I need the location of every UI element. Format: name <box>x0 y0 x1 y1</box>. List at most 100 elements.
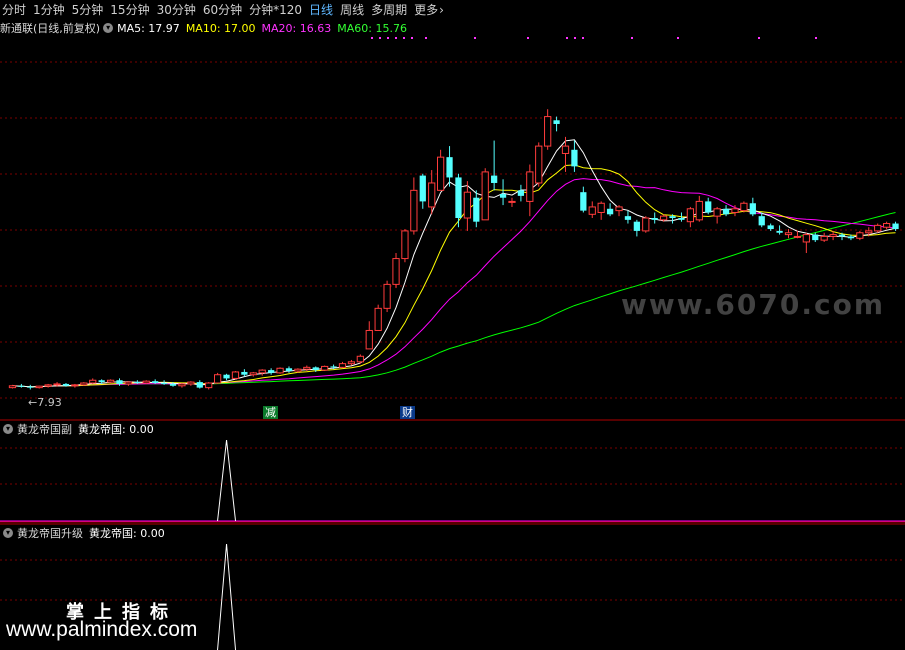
candle-body-18 <box>169 383 177 386</box>
candle-body-65 <box>588 206 596 215</box>
candle-body-87 <box>784 232 793 236</box>
candle-body-72 <box>651 218 658 220</box>
candle-body-90 <box>812 234 819 241</box>
candle-body-62 <box>561 145 570 154</box>
candle-body-13 <box>124 381 133 385</box>
signal-dot-4 <box>403 37 405 39</box>
candle-body-85 <box>767 225 774 230</box>
candle-body-19 <box>178 383 186 387</box>
candle-body-5 <box>53 383 61 386</box>
candle-body-73 <box>659 215 668 221</box>
watermark-text: www.6070.com <box>620 288 885 321</box>
sub2-settings-icon[interactable]: ▾ <box>3 528 13 538</box>
candle-body-25 <box>231 371 240 379</box>
candle-body-47 <box>428 182 436 208</box>
sub1-info-row: ▾ 黄龙帝国副 黄龙帝国: 0.00 <box>0 421 154 437</box>
candle-body-31 <box>285 368 293 372</box>
candle-body-53 <box>481 171 489 221</box>
signal-dot-11 <box>582 37 584 39</box>
candle-body-74 <box>669 216 676 218</box>
candle-body-21 <box>196 382 203 388</box>
candle-body-46 <box>419 175 426 202</box>
sub1-settings-icon[interactable]: ▾ <box>3 424 13 434</box>
candle-body-51 <box>463 191 472 219</box>
candle-body-38 <box>347 361 356 365</box>
candle-body-35 <box>321 365 329 371</box>
signal-dot-9 <box>566 37 568 39</box>
candle-body-80 <box>722 208 730 215</box>
candle-body-92 <box>829 234 837 237</box>
candle-body-94 <box>847 236 855 239</box>
candle-body-79 <box>713 208 721 217</box>
candle-body-30 <box>276 367 284 374</box>
candle-body-28 <box>258 369 266 374</box>
candle-body-54 <box>491 175 498 183</box>
candle-body-0 <box>8 385 17 389</box>
candle-body-1 <box>18 385 25 387</box>
candle-body-8 <box>80 382 88 386</box>
candle-body-97 <box>874 224 882 232</box>
candle-body-76 <box>686 208 695 223</box>
candle-body-55 <box>499 194 507 198</box>
ma20-line <box>12 178 896 388</box>
candle-body-50 <box>455 177 462 218</box>
event-marker-jian[interactable]: 减 <box>263 406 278 419</box>
candle-body-16 <box>152 381 159 384</box>
candle-body-69 <box>624 216 632 220</box>
candle-body-70 <box>633 221 640 231</box>
candle-body-63 <box>571 149 578 167</box>
candle-body-78 <box>705 201 712 213</box>
candle-body-45 <box>410 189 418 232</box>
candle-body-36 <box>330 366 337 368</box>
signal-dot-1 <box>379 37 381 39</box>
candle-body-24 <box>223 374 230 379</box>
candle-body-48 <box>436 156 445 191</box>
candle-body-96 <box>865 230 873 234</box>
signal-dot-13 <box>677 37 679 39</box>
candle-body-56 <box>508 200 516 203</box>
low-price-label: ←7.93 <box>28 396 62 409</box>
brand-url: www.palmindex.com <box>6 618 198 641</box>
candle-body-27 <box>249 372 257 376</box>
candle-body-58 <box>526 171 534 202</box>
candle-body-81 <box>731 208 739 213</box>
signal-dot-12 <box>631 37 633 39</box>
candle-body-39 <box>356 355 364 363</box>
candle-body-10 <box>98 380 105 383</box>
chart-canvas[interactable] <box>0 0 905 650</box>
signal-dot-8 <box>527 37 529 39</box>
sub2-info-row: ▾ 黄龙帝国升级 黄龙帝国: 0.00 <box>0 525 165 541</box>
candle-body-67 <box>606 208 614 215</box>
candle-body-15 <box>142 380 150 384</box>
signal-dot-7 <box>474 37 476 39</box>
candle-body-66 <box>597 202 605 213</box>
sub1-spike <box>217 439 237 522</box>
candle-body-34 <box>312 367 319 371</box>
candle-body-91 <box>820 235 828 241</box>
candle-body-82 <box>740 202 748 212</box>
signal-dot-3 <box>395 37 397 39</box>
ma5-line <box>12 139 896 388</box>
candle-body-32 <box>294 368 302 372</box>
candle-body-49 <box>446 157 453 178</box>
candle-body-75 <box>678 218 685 220</box>
signal-dot-5 <box>411 37 413 39</box>
candle-body-61 <box>553 120 560 124</box>
candle-body-83 <box>749 203 756 215</box>
candle-body-37 <box>338 363 347 368</box>
candle-body-89 <box>802 234 810 243</box>
candle-body-20 <box>187 381 195 385</box>
candle-body-64 <box>580 192 587 211</box>
ma10-line <box>12 164 896 388</box>
sub1-indicator-value: 黄龙帝国: 0.00 <box>78 423 154 436</box>
candle-body-12 <box>116 380 123 384</box>
sub2-indicator-value: 黄龙帝国: 0.00 <box>89 527 165 540</box>
candle-body-43 <box>392 258 400 285</box>
event-marker-cai[interactable]: 财 <box>400 406 415 419</box>
signal-dot-0 <box>371 37 373 39</box>
candle-body-7 <box>71 384 79 387</box>
signal-dot-15 <box>815 37 817 39</box>
candle-body-71 <box>642 217 650 232</box>
candle-body-29 <box>268 370 275 373</box>
candle-body-44 <box>401 230 409 260</box>
